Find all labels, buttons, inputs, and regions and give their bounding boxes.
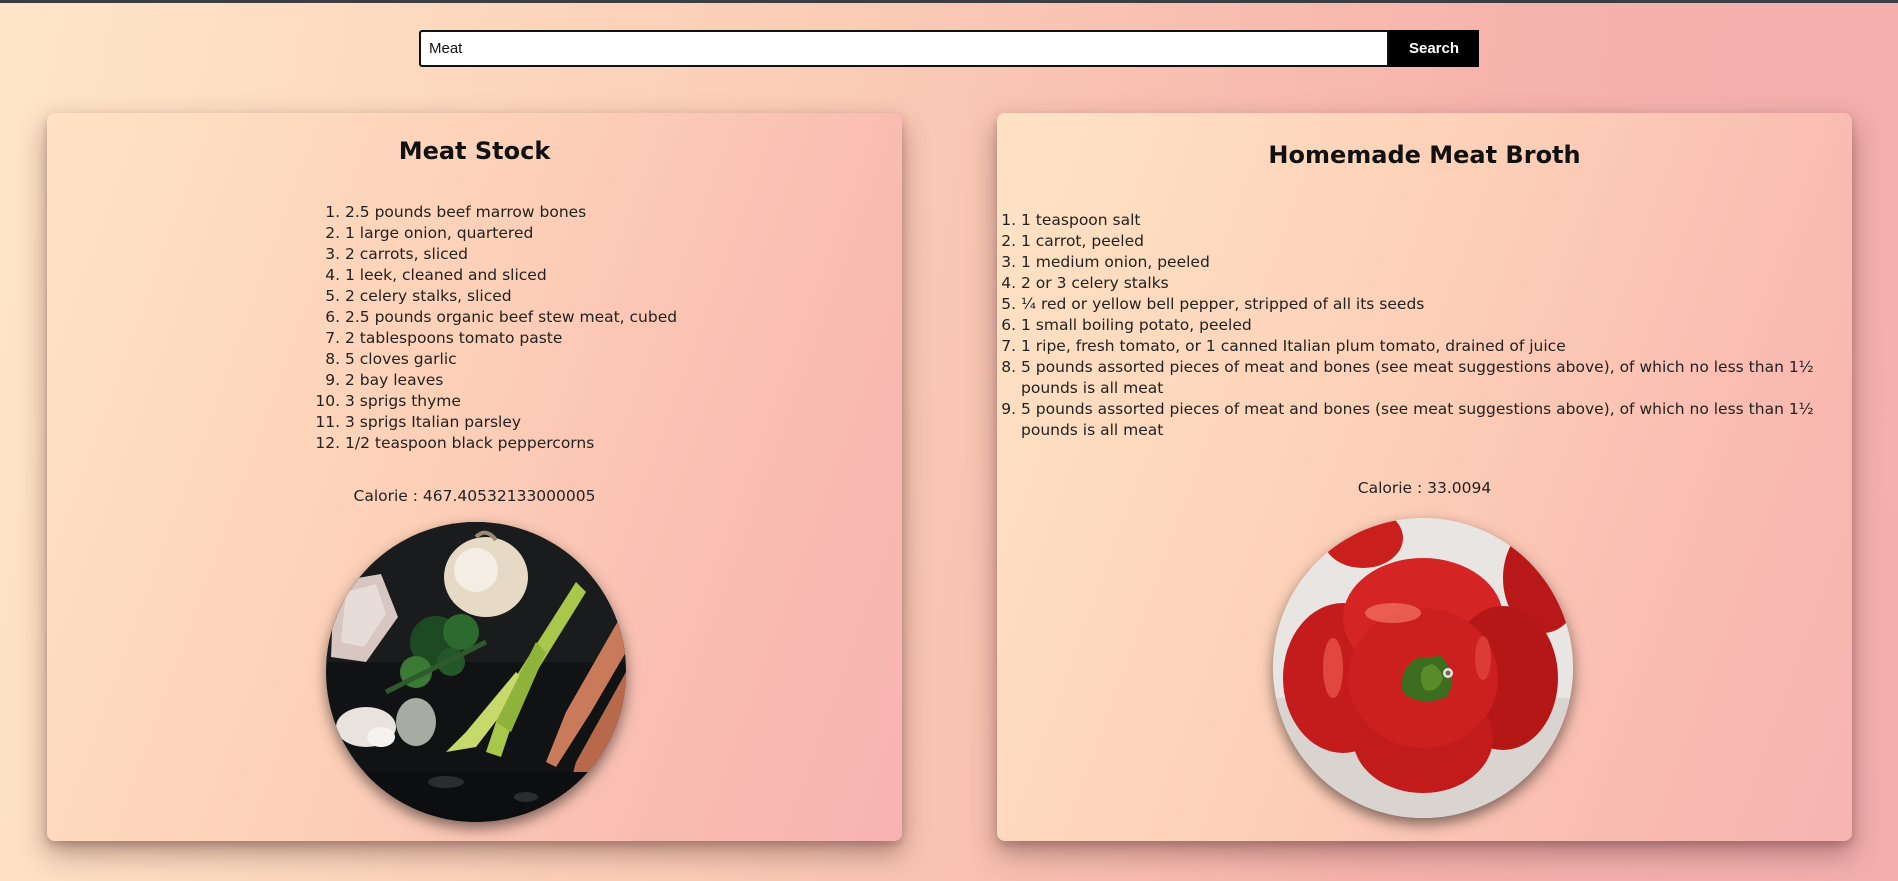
- search-button[interactable]: Search: [1389, 30, 1479, 67]
- recipe-title: Homemade Meat Broth: [1268, 141, 1581, 169]
- calorie-text: Calorie : 33.0094: [1357, 479, 1492, 497]
- ingredient-list: 2.5 pounds beef marrow bones 1 large oni…: [345, 202, 677, 454]
- ingredient-item: ¼ red or yellow bell pepper, stripped of…: [1021, 294, 1844, 315]
- ingredient-item: 5 pounds assorted pieces of meat and bon…: [1021, 399, 1844, 441]
- ingredient-item: 2 celery stalks, sliced: [345, 286, 677, 307]
- ingredient-list: 1 teaspoon salt 1 carrot, peeled 1 mediu…: [1021, 210, 1844, 441]
- vegetables-photo: [326, 522, 626, 822]
- ingredient-item: 1 ripe, fresh tomato, or 1 canned Italia…: [1021, 336, 1844, 357]
- recipe-title: Meat Stock: [398, 137, 551, 165]
- ingredient-item: 3 sprigs thyme: [345, 391, 677, 412]
- ingredient-item: 2 bay leaves: [345, 370, 677, 391]
- red-bell-pepper-photo-icon: [1273, 518, 1573, 818]
- ingredient-item: 2.5 pounds beef marrow bones: [345, 202, 677, 223]
- ingredient-item: 1 medium onion, peeled: [1021, 252, 1844, 273]
- ingredient-item: 1 carrot, peeled: [1021, 231, 1844, 252]
- search-input[interactable]: [419, 30, 1389, 67]
- vegetables-photo-icon: [326, 522, 626, 822]
- ingredient-item: 2 carrots, sliced: [345, 244, 677, 265]
- ingredient-item: 3 sprigs Italian parsley: [345, 412, 677, 433]
- ingredient-item: 5 cloves garlic: [345, 349, 677, 370]
- ingredient-item: 1 large onion, quartered: [345, 223, 677, 244]
- ingredient-item: 1 small boiling potato, peeled: [1021, 315, 1844, 336]
- window-top-border: [0, 0, 1898, 3]
- red-bell-pepper-photo: [1273, 518, 1573, 818]
- ingredient-item: 1 leek, cleaned and sliced: [345, 265, 677, 286]
- calorie-text: Calorie : 467.40532133000005: [353, 487, 596, 505]
- ingredient-item: 5 pounds assorted pieces of meat and bon…: [1021, 357, 1844, 399]
- ingredient-item: 1/2 teaspoon black peppercorns: [345, 433, 677, 454]
- recipe-card: Homemade Meat Broth 1 teaspoon salt 1 ca…: [997, 113, 1852, 841]
- ingredient-item: 2.5 pounds organic beef stew meat, cubed: [345, 307, 677, 328]
- ingredient-item: 2 or 3 celery stalks: [1021, 273, 1844, 294]
- search-bar: Search: [419, 30, 1479, 67]
- ingredient-item: 1 teaspoon salt: [1021, 210, 1844, 231]
- recipe-card: Meat Stock 2.5 pounds beef marrow bones …: [47, 113, 902, 841]
- ingredient-item: 2 tablespoons tomato paste: [345, 328, 677, 349]
